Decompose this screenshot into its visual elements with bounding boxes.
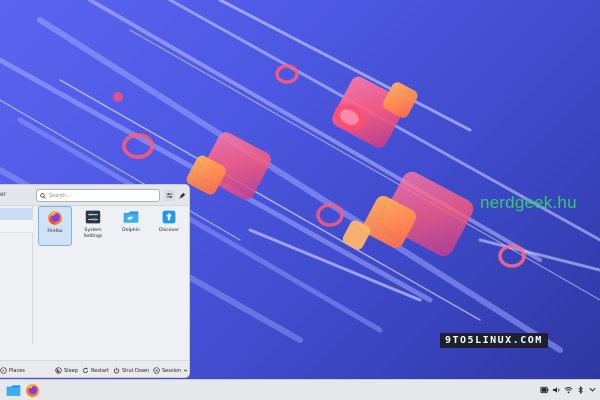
sliders-icon — [166, 193, 173, 198]
category-item-selected[interactable] — [0, 208, 33, 220]
places-button[interactable]: Places — [0, 366, 25, 375]
power-icon — [113, 367, 120, 374]
show-desktop-icon — [589, 387, 596, 392]
firefox-icon[interactable] — [25, 383, 40, 398]
firefox-icon — [48, 211, 62, 225]
bluetooth-icon — [578, 385, 583, 395]
app-label-firefox: Firefox — [47, 229, 63, 234]
pin-button[interactable] — [177, 190, 188, 201]
header-cut-label: er — [0, 191, 7, 198]
session-icon — [153, 367, 160, 374]
app-label-system-settings: System Settings — [83, 228, 103, 239]
show-desktop-tray[interactable] — [588, 385, 597, 395]
search-field[interactable] — [36, 189, 160, 202]
pin-icon — [179, 192, 186, 199]
configure-button[interactable] — [164, 190, 175, 201]
volume-icon — [552, 387, 560, 393]
dolphin-folder-icon — [123, 211, 139, 223]
search-icon — [40, 192, 46, 199]
category-sidebar — [0, 206, 33, 344]
session-button[interactable]: Session — [153, 366, 188, 375]
system-settings-icon — [85, 210, 101, 224]
category-item[interactable] — [0, 221, 33, 233]
nerdgeek-watermark: nerdgeek.hu — [480, 193, 577, 212]
app-tile-dolphin[interactable]: Dolphin — [114, 206, 148, 246]
sleep-icon — [55, 367, 62, 374]
volume-tray[interactable] — [552, 385, 561, 395]
shutdown-button[interactable]: Shut Down — [113, 366, 149, 375]
battery-tray[interactable] — [540, 385, 549, 395]
launcher-header: er — [0, 185, 189, 206]
taskbar — [0, 379, 600, 400]
battery-icon — [540, 386, 549, 394]
places-label: Places — [9, 367, 25, 374]
restart-label: Restart — [91, 367, 109, 374]
restart-button[interactable]: Restart — [82, 366, 109, 375]
search-input[interactable] — [49, 192, 149, 199]
app-tile-discover[interactable]: Discover — [152, 206, 186, 246]
app-tile-system-settings[interactable]: System Settings — [76, 206, 110, 246]
9to5linux-watermark: 9TO5LINUX.COM — [440, 333, 548, 348]
chevron-down-icon — [183, 369, 188, 372]
discover-icon — [162, 210, 176, 224]
session-label: Session — [162, 367, 182, 374]
shutdown-label: Shut Down — [122, 367, 150, 374]
compass-icon — [0, 367, 7, 374]
restart-icon — [83, 367, 88, 373]
sleep-label: Sleep — [64, 367, 78, 374]
network-icon — [564, 387, 573, 394]
launcher-footer: Places Sleep Restart Shut Down Session — [0, 360, 189, 377]
app-label-discover: Discover — [159, 228, 179, 233]
app-tile-firefox[interactable]: Firefox — [38, 206, 72, 246]
dolphin-icon[interactable] — [6, 383, 21, 398]
app-label-dolphin: Dolphin — [122, 228, 140, 233]
bluetooth-tray[interactable] — [576, 385, 585, 395]
network-tray[interactable] — [564, 385, 573, 395]
sleep-button[interactable]: Sleep — [55, 366, 78, 375]
